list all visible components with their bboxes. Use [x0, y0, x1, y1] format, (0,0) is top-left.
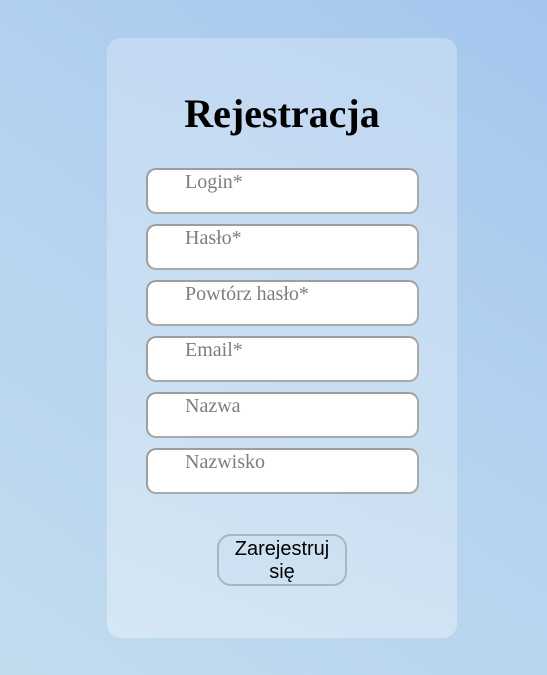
password-input[interactable]: [146, 224, 419, 270]
page-title: Rejestracja: [184, 91, 380, 136]
last-name-input[interactable]: [146, 448, 419, 494]
email-input[interactable]: [146, 336, 419, 382]
registration-card: Rejestracja Zarejestruj się: [107, 38, 457, 638]
repeat-password-input[interactable]: [146, 280, 419, 326]
login-input[interactable]: [146, 168, 419, 214]
register-button[interactable]: Zarejestruj się: [217, 534, 347, 586]
first-name-input[interactable]: [146, 392, 419, 438]
